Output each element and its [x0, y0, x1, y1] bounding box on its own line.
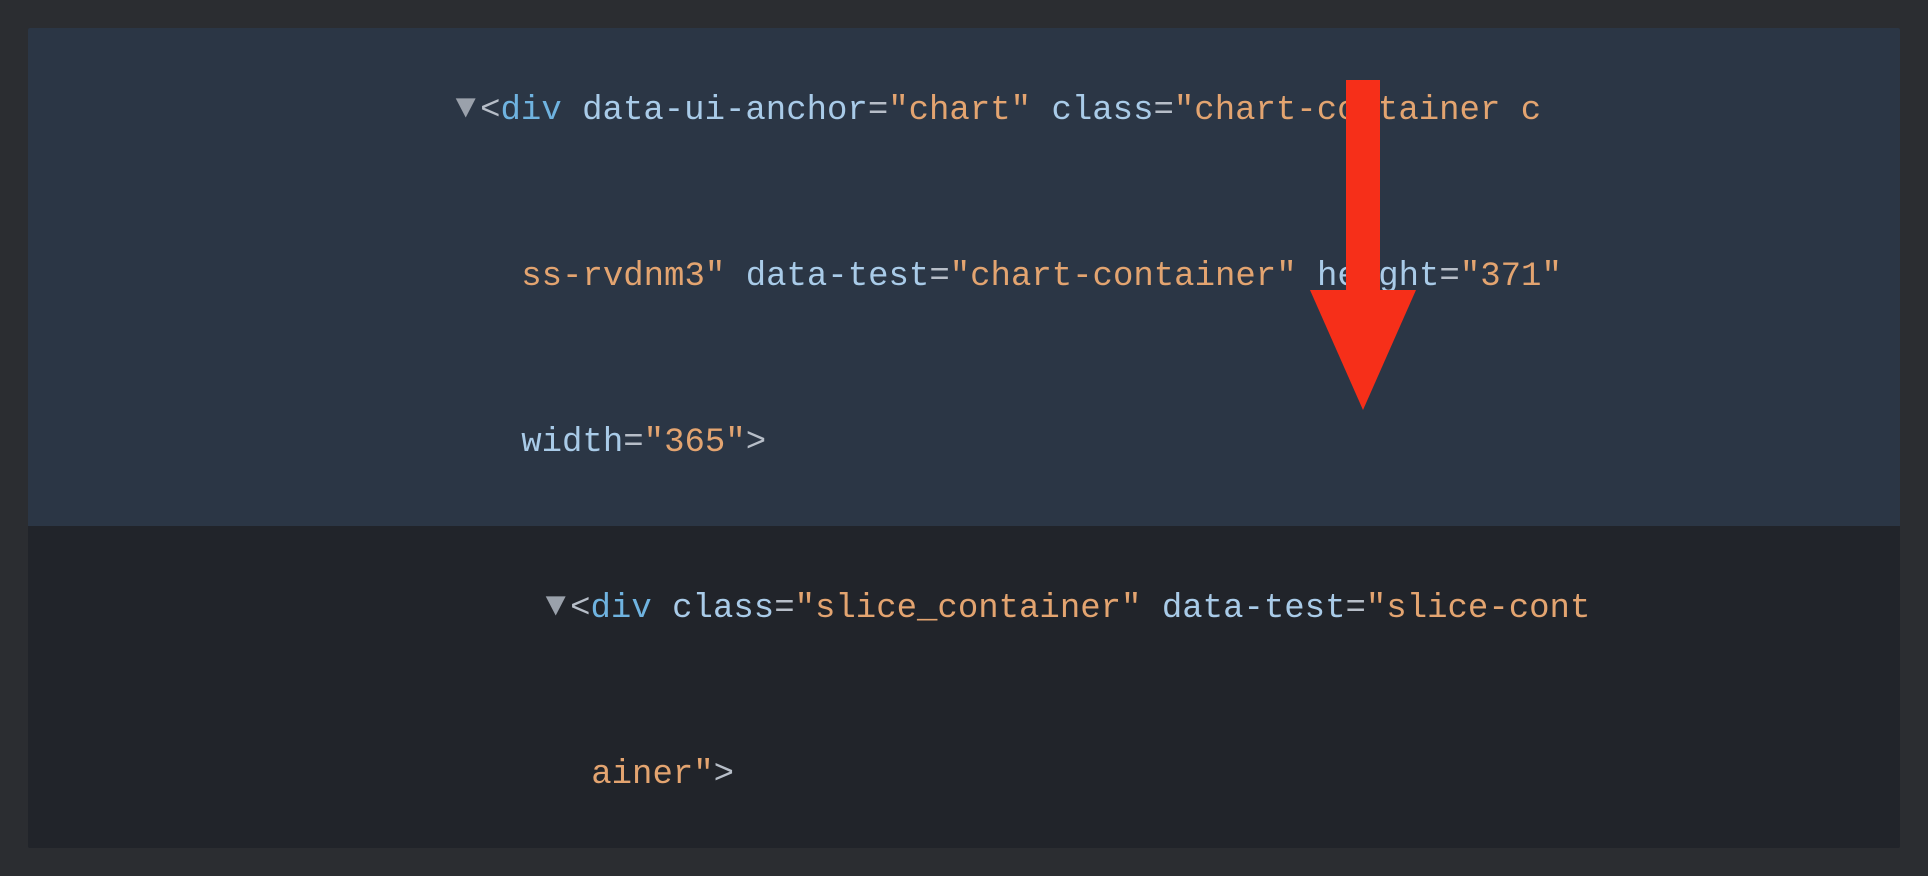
dom-node-slice-container[interactable]: ▼<div class="slice_container" data-test=…: [28, 526, 1900, 848]
dom-node-open-tag-wrap2: width="365">: [28, 360, 1900, 526]
dom-node-open-tag: ▼<div class="slice_container" data-test=…: [28, 526, 1900, 692]
dom-node-open-tag-wrap: ainer">: [28, 692, 1900, 848]
chevron-down-icon[interactable]: ▼: [451, 83, 480, 136]
dom-node-chart-container[interactable]: ▼<div data-ui-anchor="chart" class="char…: [28, 28, 1900, 526]
dom-node-open-tag: ▼<div data-ui-anchor="chart" class="char…: [28, 28, 1900, 194]
dom-node-open-tag-wrap: ss-rvdnm3" data-test="chart-container" h…: [28, 194, 1900, 360]
devtools-elements-panel-frame: ▼<div data-ui-anchor="chart" class="char…: [0, 0, 1928, 876]
devtools-elements-panel[interactable]: ▼<div data-ui-anchor="chart" class="char…: [28, 28, 1900, 848]
chevron-down-icon[interactable]: ▼: [541, 581, 570, 634]
